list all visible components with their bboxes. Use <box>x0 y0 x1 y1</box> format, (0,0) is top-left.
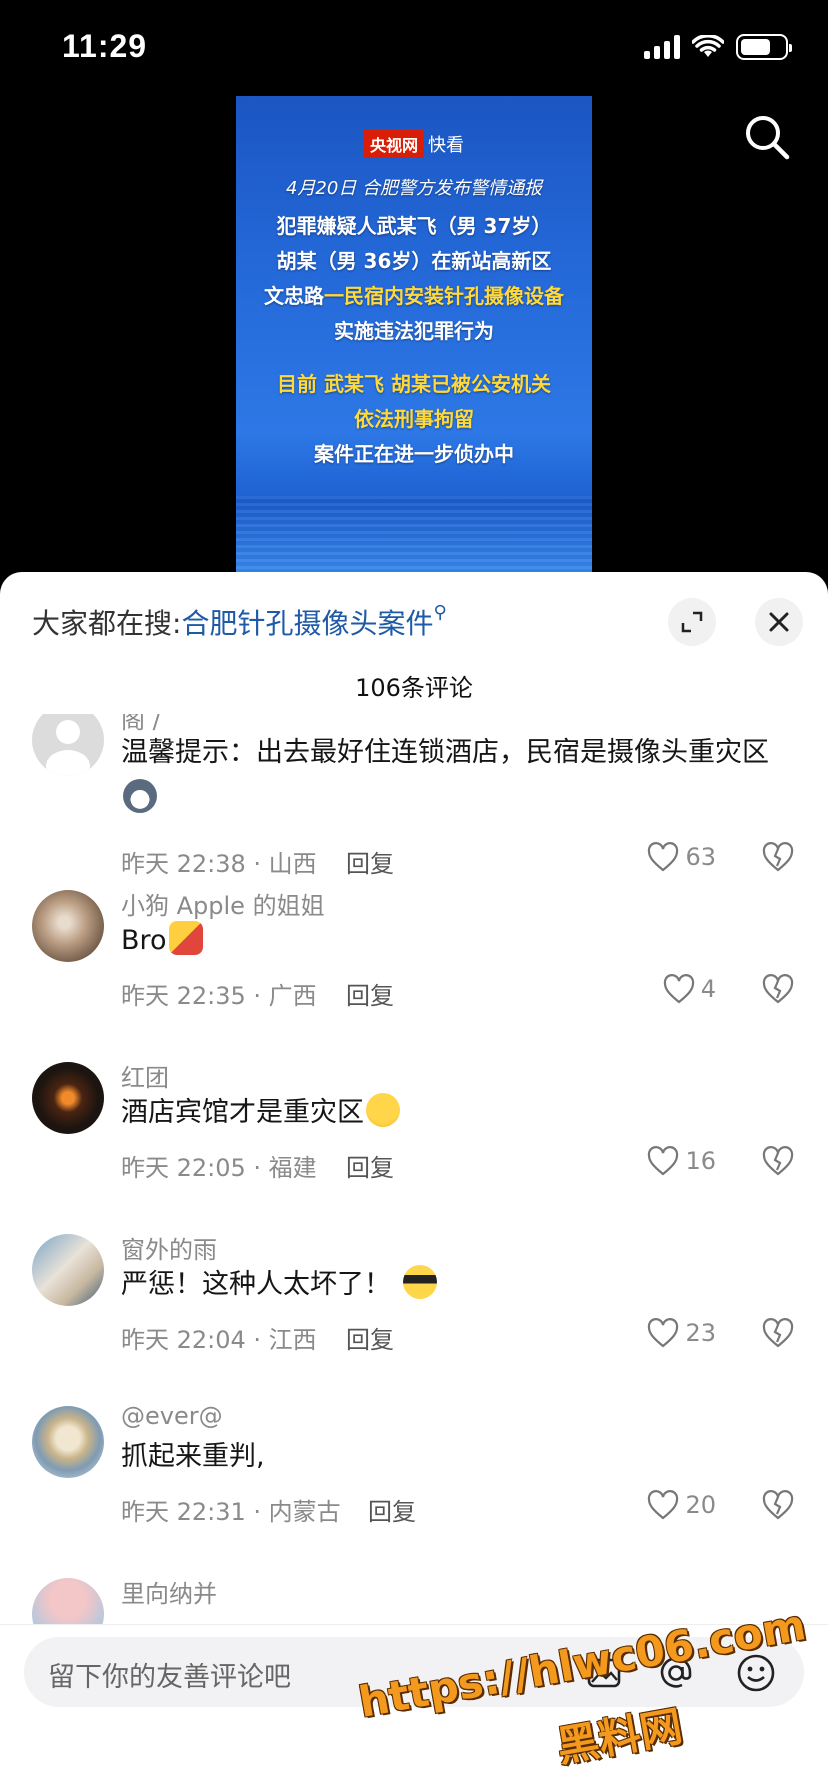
thumbs-up-emoji-icon <box>168 921 203 955</box>
reply-button[interactable]: 回复 <box>346 844 394 879</box>
video-caption-line: 4月20日 合肥警方发布警情通报 <box>285 178 543 199</box>
comment-time-location: 昨天 22:05 · 福建 <box>121 1154 317 1182</box>
like-button[interactable]: 16 <box>647 1146 716 1176</box>
video-caption-line: 犯罪嫌疑人武某飞（男 37岁） <box>276 214 552 238</box>
like-count: 63 <box>685 843 716 871</box>
heart-icon <box>648 842 679 872</box>
comment-text: Bro <box>121 918 801 964</box>
avatar[interactable] <box>32 1578 104 1624</box>
status-bar: 11:29 <box>0 0 828 96</box>
video-caption-line: 依法刑事拘留 <box>354 407 474 431</box>
like-count: 23 <box>685 1319 716 1347</box>
comment-input-bar: 留下你的友善评论吧 https://hlwc06.com 黑料网 <box>0 1600 828 1792</box>
video-caption-line: 实施违法犯罪行为 <box>334 319 494 343</box>
video-player[interactable]: 央视网 快看 4月20日 合肥警方发布警情通报 犯罪嫌疑人武某飞（男 37岁） … <box>236 96 592 576</box>
expand-icon <box>681 611 703 633</box>
status-time: 11:29 <box>62 28 148 64</box>
reply-button[interactable]: 回复 <box>368 1492 416 1527</box>
avatar[interactable] <box>32 1234 104 1306</box>
like-button[interactable]: 20 <box>647 1490 716 1520</box>
reply-button[interactable]: 回复 <box>346 1320 394 1355</box>
comment-username[interactable]: @ever@ <box>121 1402 223 1430</box>
comment-count: 106条评论 <box>355 674 473 702</box>
comment-input-placeholder: 留下你的友善评论吧 <box>48 1662 291 1693</box>
comment-username[interactable]: 红团 <box>121 1058 169 1093</box>
comment-username[interactable]: 里向纳并 <box>121 1574 217 1609</box>
laughing-emoji-icon <box>366 1093 400 1127</box>
avatar[interactable] <box>32 890 104 962</box>
like-count: 20 <box>685 1491 716 1519</box>
battery-icon <box>736 34 792 60</box>
broken-heart-icon[interactable] <box>762 1146 794 1176</box>
cellular-signal-icon <box>644 35 680 59</box>
comment-time-location: 昨天 22:31 · 内蒙古 <box>121 1498 341 1526</box>
comment-username[interactable]: 窗外的雨 <box>121 1230 217 1265</box>
broken-heart-icon[interactable] <box>762 1318 794 1348</box>
wifi-icon <box>692 35 724 57</box>
husky-emoji-icon <box>123 779 157 813</box>
comment-time-location: 昨天 22:35 · 广西 <box>121 982 317 1010</box>
avatar[interactable] <box>32 1062 104 1134</box>
search-icon[interactable] <box>742 112 792 162</box>
video-caption-line: 文忠路一民宿内安装针孔摄像设备 <box>264 284 564 308</box>
like-button[interactable]: 23 <box>647 1318 716 1348</box>
like-count: 16 <box>685 1147 716 1175</box>
status-icons <box>644 34 792 60</box>
heart-icon <box>663 974 694 1004</box>
heart-icon <box>648 1490 679 1520</box>
comment-text: 严惩！这种人太坏了！ <box>121 1262 801 1308</box>
comment-list[interactable]: 阁 / 温馨提示：出去最好住连锁酒店，民宿是摄像头重灾区 昨天 22:38 · … <box>0 714 828 1624</box>
comment-time-location: 昨天 22:04 · 江西 <box>121 1326 317 1354</box>
reply-button[interactable]: 回复 <box>346 1148 394 1183</box>
like-count: 4 <box>700 975 716 1003</box>
close-button[interactable] <box>755 598 803 646</box>
hot-search-link[interactable]: 合肥针孔摄像头案件 <box>181 607 433 640</box>
close-icon <box>769 612 789 632</box>
cctv-kuaikan-logo: 央视网 快看 <box>236 130 592 158</box>
broken-heart-icon[interactable] <box>762 974 794 1004</box>
video-caption-line: 目前 武某飞 胡某已被公安机关 <box>277 372 551 396</box>
comment-text: 温馨提示：出去最好住连锁酒店，民宿是摄像头重灾区 <box>121 730 801 822</box>
comment-time-location: 昨天 22:38 · 山西 <box>121 850 317 878</box>
sunglasses-emoji-icon <box>403 1265 437 1299</box>
comment-text: 酒店宾馆才是重灾区 <box>121 1090 801 1136</box>
comment-text: 抓起来重判, <box>121 1441 265 1472</box>
small-search-icon: ⚲ <box>433 602 447 623</box>
hot-search-bar[interactable]: 大家都在搜:合肥针孔摄像头案件⚲ <box>32 602 447 642</box>
comment-username[interactable]: 小狗 Apple 的姐姐 <box>121 886 325 921</box>
comments-sheet: 大家都在搜:合肥针孔摄像头案件⚲ 106条评论 阁 / 温馨提示：出去最好住连锁… <box>0 572 828 1792</box>
expand-button[interactable] <box>668 598 716 646</box>
avatar[interactable] <box>32 1406 104 1478</box>
video-caption-line: 胡某（男 36岁）在新站高新区 <box>276 249 552 273</box>
reply-button[interactable]: 回复 <box>346 976 394 1011</box>
avatar[interactable] <box>32 714 104 776</box>
heart-icon <box>648 1146 679 1176</box>
broken-heart-icon[interactable] <box>762 842 794 872</box>
like-button[interactable]: 63 <box>647 842 716 872</box>
like-button[interactable]: 4 <box>663 974 716 1004</box>
broken-heart-icon[interactable] <box>762 1490 794 1520</box>
heart-icon <box>648 1318 679 1348</box>
video-caption-line: 案件正在进一步侦办中 <box>314 442 514 466</box>
